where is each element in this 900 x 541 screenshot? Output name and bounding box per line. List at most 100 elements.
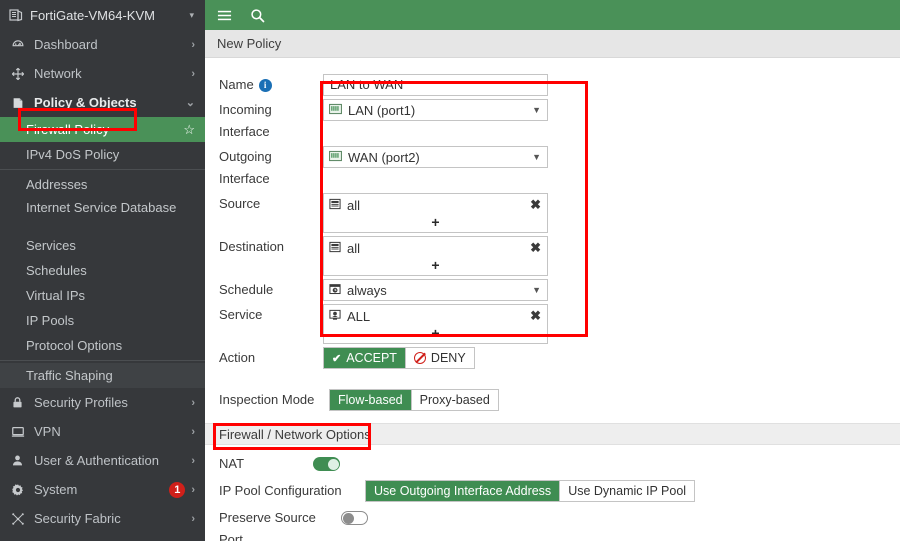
sidebar-label-network: Network xyxy=(34,66,82,81)
sidebar-item-security-profiles[interactable]: Security Profiles › xyxy=(0,388,205,417)
add-destination-button[interactable]: + xyxy=(324,257,547,275)
sidebar-label-policy-objects: Policy & Objects xyxy=(34,95,137,110)
incoming-interface-select[interactable]: LAN (port1) ▼ xyxy=(323,99,548,121)
ip-pool-button-group: Use Outgoing Interface Address Use Dynam… xyxy=(365,480,696,502)
sidebar-label-protocol-options: Protocol Options xyxy=(26,338,123,353)
action-accept-button[interactable]: ✔ ACCEPT xyxy=(324,348,406,368)
sidebar-item-system[interactable]: System 1 › xyxy=(0,475,205,504)
sidebar-item-ip-pools[interactable]: IP Pools xyxy=(0,308,205,333)
sidebar-item-schedules[interactable]: Schedules xyxy=(0,258,205,283)
sidebar-item-vpn[interactable]: VPN › xyxy=(0,417,205,446)
destination-field[interactable]: all ✖ + xyxy=(323,236,548,276)
info-icon[interactable]: i xyxy=(258,78,272,92)
action-deny-button[interactable]: DENY xyxy=(405,348,474,368)
sidebar-item-network[interactable]: Network › xyxy=(0,59,205,88)
chevron-down-icon: ▾ xyxy=(189,9,194,20)
inspection-mode-group: Flow-based Proxy-based xyxy=(329,389,499,411)
chevron-right-icon: › xyxy=(191,454,195,467)
label-preserve-source-port: Preserve Source Port xyxy=(219,510,316,541)
schedule-value: always xyxy=(347,282,387,298)
form-row-incoming-interface: Incoming Interface LAN (port1) ▼ xyxy=(205,99,900,143)
inspection-flow-based-button[interactable]: Flow-based xyxy=(330,390,412,410)
page-title: New Policy xyxy=(217,36,282,51)
sidebar-item-firewall-policy[interactable]: Firewall Policy ☆ xyxy=(0,117,205,142)
source-entry-text: all xyxy=(347,197,361,213)
add-source-button[interactable]: + xyxy=(324,214,547,232)
form-row-inspection-mode: Inspection Mode Flow-based Proxy-based xyxy=(205,389,900,411)
remove-destination-icon[interactable]: ✖ xyxy=(530,240,541,256)
chevron-right-icon: › xyxy=(191,38,195,51)
form-row-name: Name i LAN to WAN xyxy=(205,74,900,96)
add-service-button[interactable]: + xyxy=(324,325,547,343)
label-incoming-interface: Incoming Interface xyxy=(219,102,272,139)
sidebar-item-dashboard[interactable]: Dashboard › xyxy=(0,30,205,59)
sidebar-item-services[interactable]: Services xyxy=(0,233,205,258)
use-dynamic-ip-pool-label: Use Dynamic IP Pool xyxy=(568,484,687,498)
label-action: Action xyxy=(219,350,256,365)
destination-entry: all ✖ xyxy=(324,239,547,257)
deny-icon xyxy=(413,352,426,364)
label-service: Service xyxy=(219,307,263,322)
chevron-down-icon[interactable]: ▼ xyxy=(532,105,541,115)
use-dynamic-ip-pool-button[interactable]: Use Dynamic IP Pool xyxy=(560,481,695,501)
user-icon xyxy=(9,454,26,467)
service-entry: ALL ✖ xyxy=(324,307,547,325)
name-input[interactable]: LAN to WAN xyxy=(323,74,548,96)
chevron-right-icon: › xyxy=(191,67,195,80)
form-row-schedule: Schedule always ▼ xyxy=(205,279,900,301)
preserve-source-port-toggle[interactable] xyxy=(341,511,368,525)
inspection-proxy-based-button[interactable]: Proxy-based xyxy=(411,390,498,410)
schedule-select[interactable]: always ▼ xyxy=(323,279,548,301)
sidebar-item-internet-service-database[interactable]: Internet Service Database xyxy=(0,197,205,233)
address-icon xyxy=(329,198,341,213)
sidebar-item-traffic-shaping[interactable]: Traffic Shaping xyxy=(0,363,205,388)
action-accept-label: ACCEPT xyxy=(346,351,397,365)
search-icon[interactable] xyxy=(250,8,265,23)
sidebar-item-addresses[interactable]: Addresses xyxy=(0,172,205,197)
sidebar-item-ipv4-dos-policy[interactable]: IPv4 DoS Policy xyxy=(0,142,205,167)
sidebar-item-policy-objects[interactable]: Policy & Objects ⌄ xyxy=(0,88,205,117)
chevron-right-icon: › xyxy=(191,483,195,496)
network-options-title: Firewall / Network Options xyxy=(219,426,371,442)
chevron-right-icon: › xyxy=(191,512,195,525)
star-icon[interactable]: ☆ xyxy=(183,122,195,138)
chevron-down-icon: ⌄ xyxy=(185,97,195,109)
sidebar-label-ip-pools: IP Pools xyxy=(26,313,75,328)
nat-toggle[interactable] xyxy=(313,457,340,471)
sidebar-label-services: Services xyxy=(26,238,76,253)
sidebar-item-virtual-ips[interactable]: Virtual IPs xyxy=(0,283,205,308)
form-row-outgoing-interface: Outgoing Interface WAN (port2) ▼ xyxy=(205,146,900,190)
main-content: New Policy Name i LAN to WAN Incoming In… xyxy=(205,0,900,541)
action-button-group: ✔ ACCEPT DENY xyxy=(323,347,475,369)
address-icon xyxy=(329,241,341,256)
sidebar-item-security-fabric[interactable]: Security Fabric › xyxy=(0,504,205,533)
destination-entry-text: all xyxy=(347,240,361,256)
form-row-action: Action ✔ ACCEPT DENY xyxy=(205,347,900,369)
sidebar-label-user-authentication: User & Authentication xyxy=(34,453,160,468)
use-outgoing-interface-address-button[interactable]: Use Outgoing Interface Address xyxy=(366,481,561,501)
outgoing-interface-select[interactable]: WAN (port2) ▼ xyxy=(323,146,548,168)
hamburger-icon[interactable] xyxy=(217,8,232,23)
remove-service-icon[interactable]: ✖ xyxy=(530,308,541,324)
schedule-icon xyxy=(329,283,341,298)
name-input-value: LAN to WAN xyxy=(330,77,404,92)
chevron-right-icon: › xyxy=(191,425,195,438)
service-field[interactable]: ALL ✖ + xyxy=(323,304,548,344)
form-row-preserve-source-port: Preserve Source Port xyxy=(205,507,900,541)
sidebar-item-protocol-options[interactable]: Protocol Options xyxy=(0,333,205,358)
sidebar-label-security-fabric: Security Fabric xyxy=(34,511,121,526)
form-row-destination: Destination all ✖ + xyxy=(205,236,900,276)
source-field[interactable]: all ✖ + xyxy=(323,193,548,233)
chevron-down-icon[interactable]: ▼ xyxy=(532,152,541,162)
sidebar-item-log-report[interactable]: Log & Report › xyxy=(0,533,205,541)
chevron-down-icon[interactable]: ▼ xyxy=(532,285,541,295)
label-name-text: Name xyxy=(219,77,254,92)
remove-source-icon[interactable]: ✖ xyxy=(530,197,541,213)
device-selector[interactable]: FortiGate-VM64-KVM ▾ xyxy=(0,0,205,30)
sidebar-item-user-authentication[interactable]: User & Authentication › xyxy=(0,446,205,475)
form-row-source: Source all ✖ + xyxy=(205,193,900,233)
label-nat: NAT xyxy=(219,456,245,471)
dashboard-icon xyxy=(9,38,26,52)
top-bar xyxy=(205,0,900,30)
sidebar-divider xyxy=(0,360,205,361)
